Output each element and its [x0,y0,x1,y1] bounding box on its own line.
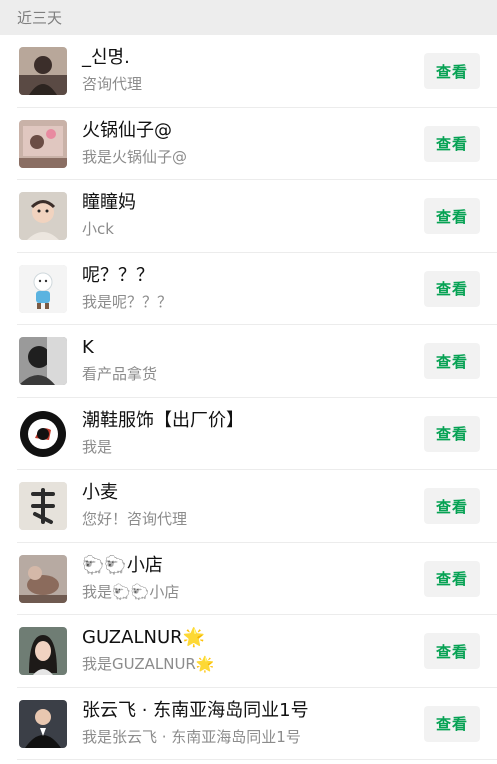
view-button[interactable]: 查看 [424,198,480,234]
calligraphy-avatar [19,482,67,530]
contact-subtitle: 您好！咨询代理 [82,510,188,528]
contact-list: _신명. 咨询代理 查看 火锅仙子@ 我是火锅仙子@ 查看 瞳瞳妈 小ck 查看 [0,35,497,760]
view-button[interactable]: 查看 [424,53,480,89]
list-item[interactable]: 小麦 您好！咨询代理 查看 [0,470,497,543]
pet-photo-avatar [19,554,67,603]
baby-avatar [19,192,67,240]
view-button[interactable]: 查看 [424,633,480,669]
list-item[interactable]: K 看产品拿货 查看 [0,325,497,398]
contact-subtitle: 我是🐑🐑小店 [82,582,180,601]
view-button[interactable]: 查看 [424,560,480,597]
cartoon-figure-avatar [19,264,67,313]
woman-portrait-avatar [19,627,67,675]
contact-name: 火锅仙子@ [82,119,172,141]
view-button[interactable]: 查看 [424,270,480,307]
contact-name: 瞳瞳妈 [82,192,136,213]
list-item[interactable]: GUZALNUR🌟 我是GUZALNUR🌟 查看 [0,615,497,688]
contact-name: K [82,337,94,358]
contact-subtitle: 我是GUZALNUR🌟 [82,655,215,673]
contact-subtitle: 小ck [82,220,114,238]
contact-subtitle: 我是火锅仙子@ [82,147,188,166]
contact-subtitle: 看产品拿货 [82,365,158,383]
contact-name: 张云飞 · 东南亚海岛同业1号 [82,699,309,721]
contact-name: 呢？？？ [82,264,154,286]
view-button[interactable]: 查看 [424,415,480,452]
man-suit-avatar [19,699,67,748]
contact-name: 潮鞋服饰【出厂价】 [82,409,244,431]
contact-subtitle: 我是张云飞 · 东南亚海岛同业1号 [82,727,301,746]
list-item[interactable]: 潮鞋服饰【出厂价】 我是 查看 [0,398,497,471]
section-title: 近三天 [17,9,63,27]
contact-subtitle: 咨询代理 [82,75,143,93]
list-item[interactable]: 瞳瞳妈 小ck 查看 [0,180,497,253]
contact-name: _신명. [82,47,130,68]
view-button[interactable]: 查看 [424,705,480,742]
contact-name: GUZALNUR🌟 [82,627,206,648]
list-item[interactable]: 🐑🐑小店 我是🐑🐑小店 查看 [0,543,497,616]
contact-subtitle: 我是 [82,437,113,456]
list-item[interactable]: 张云飞 · 东南亚海岛同业1号 我是张云飞 · 东南亚海岛同业1号 查看 [0,688,497,761]
section-header: 近三天 [0,0,497,35]
list-item[interactable]: 呢？？？ 我是呢？？？ 查看 [0,253,497,326]
contact-name: 小麦 [82,482,118,503]
contact-subtitle: 我是呢？？？ [82,292,173,311]
contact-name: 🐑🐑小店 [82,554,163,576]
view-button[interactable]: 查看 [424,125,480,162]
view-button[interactable]: 查看 [424,488,480,524]
photo-pink-avatar [19,119,67,168]
person-bw-avatar [19,337,67,385]
view-button[interactable]: 查看 [424,343,480,379]
woman-dark-avatar [19,47,67,95]
list-item[interactable]: 火锅仙子@ 我是火锅仙子@ 查看 [0,108,497,181]
shoe-logo-avatar [19,409,67,458]
list-item[interactable]: _신명. 咨询代理 查看 [0,35,497,108]
